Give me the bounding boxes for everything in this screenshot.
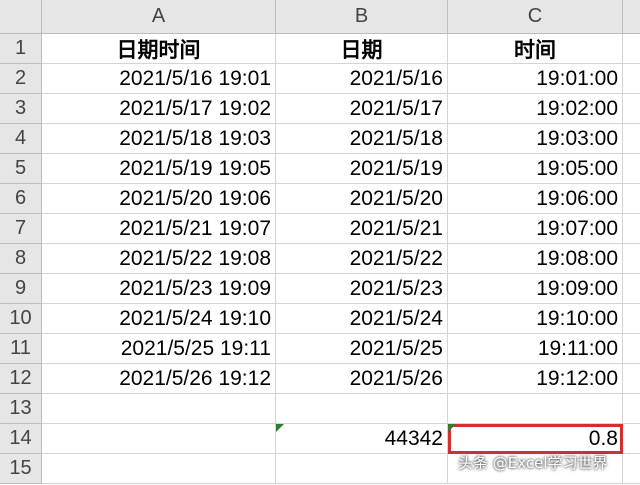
- cell-b11[interactable]: 2021/5/25: [276, 334, 448, 364]
- row-header-9[interactable]: 9: [0, 274, 42, 304]
- cell-d1[interactable]: [623, 34, 640, 64]
- cell-b13[interactable]: [276, 394, 448, 424]
- row-header-12[interactable]: 12: [0, 364, 42, 394]
- cell-d14[interactable]: [623, 424, 640, 454]
- cell-a2[interactable]: 2021/5/16 19:01: [42, 64, 276, 94]
- cell-d11[interactable]: [623, 334, 640, 364]
- cell-d5[interactable]: [623, 154, 640, 184]
- cell-b12[interactable]: 2021/5/26: [276, 364, 448, 394]
- cell-a15[interactable]: [42, 454, 276, 484]
- select-all-corner[interactable]: [0, 0, 42, 34]
- row-header-1[interactable]: 1: [0, 34, 42, 64]
- cell-b15[interactable]: [276, 454, 448, 484]
- cell-a7[interactable]: 2021/5/21 19:07: [42, 214, 276, 244]
- row-header-8[interactable]: 8: [0, 244, 42, 274]
- cell-b10[interactable]: 2021/5/24: [276, 304, 448, 334]
- cell-d9[interactable]: [623, 274, 640, 304]
- cell-a11[interactable]: 2021/5/25 19:11: [42, 334, 276, 364]
- column-header-c[interactable]: C: [448, 0, 623, 34]
- row-header-4[interactable]: 4: [0, 124, 42, 154]
- row-header-14[interactable]: 14: [0, 424, 42, 454]
- cell-c10[interactable]: 19:10:00: [448, 304, 623, 334]
- header-cell-b[interactable]: 日期: [276, 34, 448, 64]
- cell-c9[interactable]: 19:09:00: [448, 274, 623, 304]
- cell-c4[interactable]: 19:03:00: [448, 124, 623, 154]
- cell-a3[interactable]: 2021/5/17 19:02: [42, 94, 276, 124]
- cell-a14[interactable]: [42, 424, 276, 454]
- cell-b6[interactable]: 2021/5/20: [276, 184, 448, 214]
- header-cell-a[interactable]: 日期时间: [42, 34, 276, 64]
- row-header-2[interactable]: 2: [0, 64, 42, 94]
- cell-d4[interactable]: [623, 124, 640, 154]
- row-header-6[interactable]: 6: [0, 184, 42, 214]
- cell-b14[interactable]: 44342: [276, 424, 448, 454]
- cell-d12[interactable]: [623, 364, 640, 394]
- cell-d3[interactable]: [623, 94, 640, 124]
- cell-c15[interactable]: [448, 454, 623, 484]
- cell-c2[interactable]: 19:01:00: [448, 64, 623, 94]
- cell-b9[interactable]: 2021/5/23: [276, 274, 448, 304]
- cell-c14[interactable]: 0.8: [448, 424, 623, 454]
- column-header-a[interactable]: A: [42, 0, 276, 34]
- cell-d6[interactable]: [623, 184, 640, 214]
- cell-c5[interactable]: 19:05:00: [448, 154, 623, 184]
- cell-a9[interactable]: 2021/5/23 19:09: [42, 274, 276, 304]
- cell-b3[interactable]: 2021/5/17: [276, 94, 448, 124]
- cell-c8[interactable]: 19:08:00: [448, 244, 623, 274]
- cell-d8[interactable]: [623, 244, 640, 274]
- row-header-7[interactable]: 7: [0, 214, 42, 244]
- cell-c6[interactable]: 19:06:00: [448, 184, 623, 214]
- cell-c7[interactable]: 19:07:00: [448, 214, 623, 244]
- row-header-5[interactable]: 5: [0, 154, 42, 184]
- cell-a10[interactable]: 2021/5/24 19:10: [42, 304, 276, 334]
- cell-b2[interactable]: 2021/5/16: [276, 64, 448, 94]
- cell-c13[interactable]: [448, 394, 623, 424]
- column-header-b[interactable]: B: [276, 0, 448, 34]
- row-header-13[interactable]: 13: [0, 394, 42, 424]
- cell-b4[interactable]: 2021/5/18: [276, 124, 448, 154]
- cell-c3[interactable]: 19:02:00: [448, 94, 623, 124]
- row-header-15[interactable]: 15: [0, 454, 42, 484]
- column-header-d-partial[interactable]: [623, 0, 640, 34]
- cell-d2[interactable]: [623, 64, 640, 94]
- cell-a12[interactable]: 2021/5/26 19:12: [42, 364, 276, 394]
- spreadsheet-grid: A B C 1 日期时间 日期 时间 2 2021/5/16 19:01 2021/5/16…: [0, 0, 640, 484]
- cell-d15[interactable]: [623, 454, 640, 484]
- cell-d7[interactable]: [623, 214, 640, 244]
- cell-a13[interactable]: [42, 394, 276, 424]
- cell-b5[interactable]: 2021/5/19: [276, 154, 448, 184]
- cell-d10[interactable]: [623, 304, 640, 334]
- cell-d13[interactable]: [623, 394, 640, 424]
- cell-c12[interactable]: 19:12:00: [448, 364, 623, 394]
- cell-a8[interactable]: 2021/5/22 19:08: [42, 244, 276, 274]
- cell-b7[interactable]: 2021/5/21: [276, 214, 448, 244]
- cell-a4[interactable]: 2021/5/18 19:03: [42, 124, 276, 154]
- header-cell-c[interactable]: 时间: [448, 34, 623, 64]
- cell-a6[interactable]: 2021/5/20 19:06: [42, 184, 276, 214]
- cell-c11[interactable]: 19:11:00: [448, 334, 623, 364]
- row-header-3[interactable]: 3: [0, 94, 42, 124]
- row-header-11[interactable]: 11: [0, 334, 42, 364]
- row-header-10[interactable]: 10: [0, 304, 42, 334]
- cell-a5[interactable]: 2021/5/19 19:05: [42, 154, 276, 184]
- cell-b8[interactable]: 2021/5/22: [276, 244, 448, 274]
